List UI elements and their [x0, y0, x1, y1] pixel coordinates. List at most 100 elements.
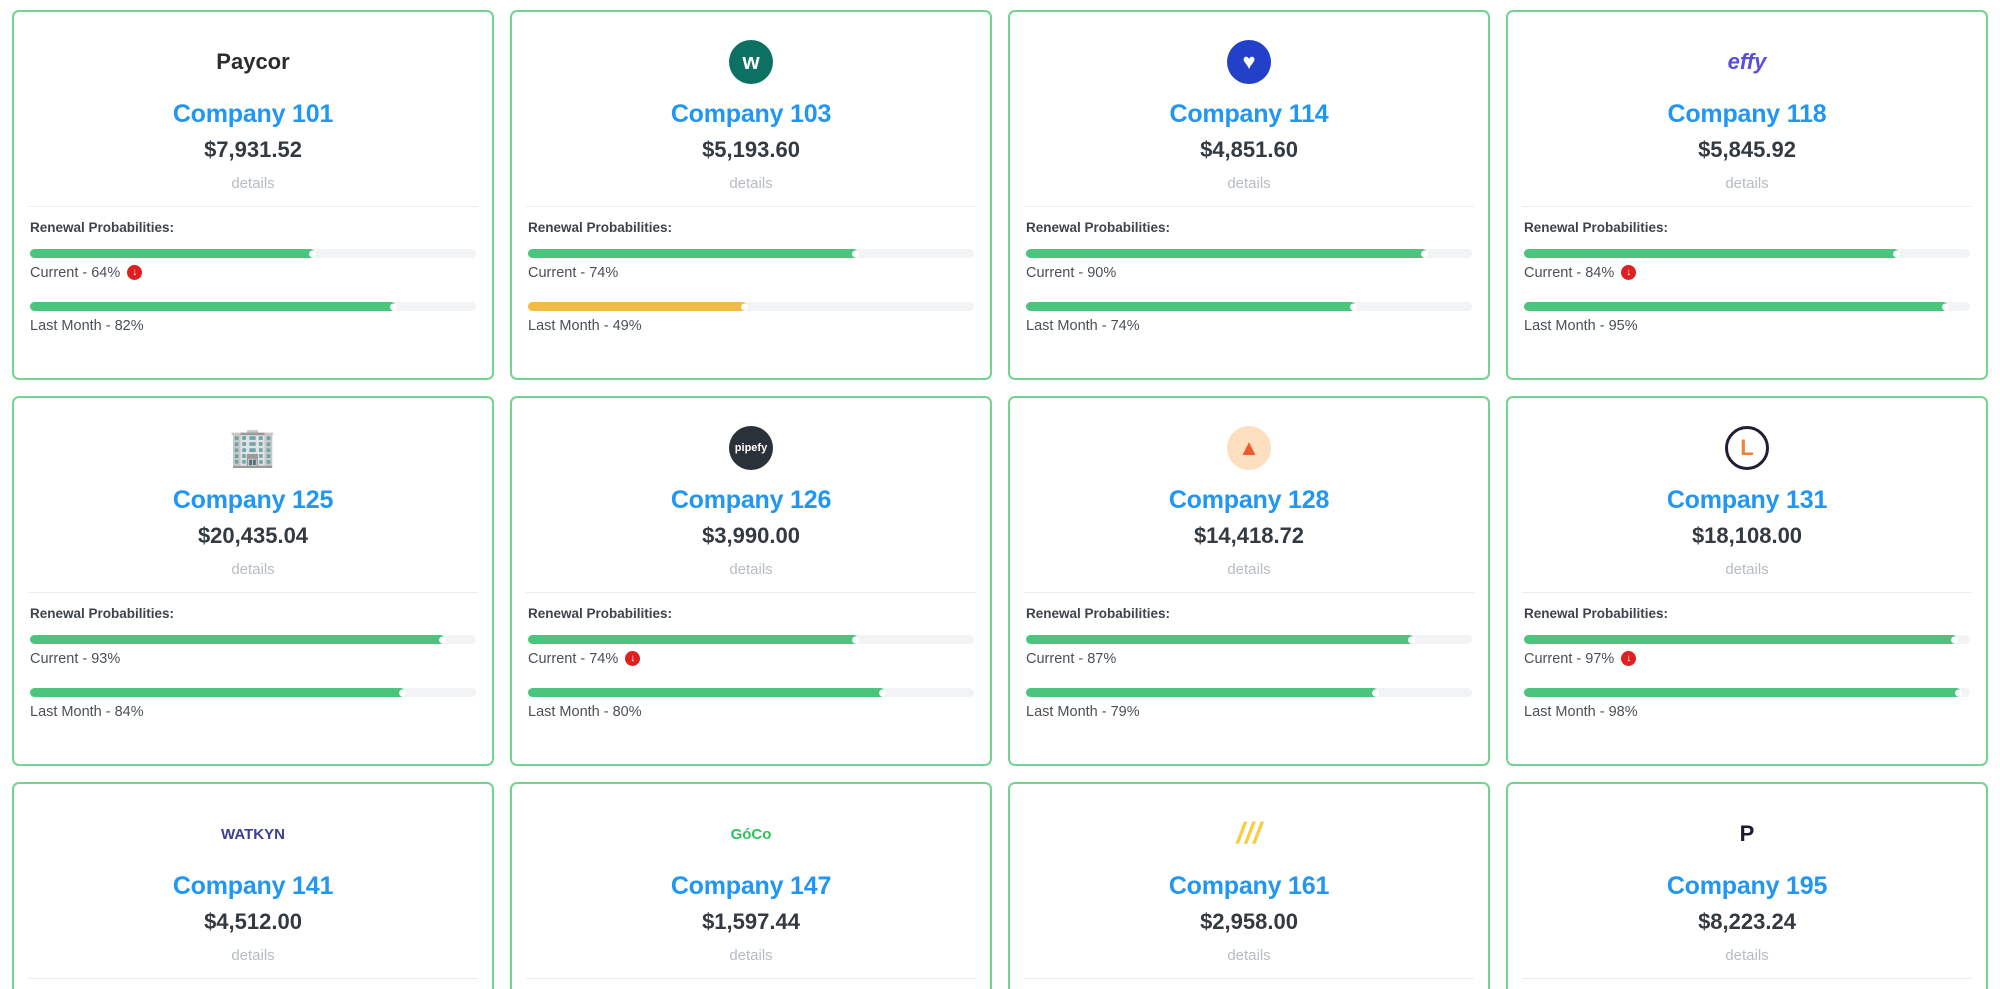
building-icon: 🏢	[229, 427, 277, 469]
last-month-progress-fill	[1524, 302, 1948, 311]
contract-amount: $4,851.60	[1200, 137, 1298, 162]
company-card[interactable]: Paycor Company 101 $7,931.52 details Renewal…	[12, 10, 494, 380]
company-card[interactable]: w Company 103 $5,193.60 details Renewal Prob…	[510, 10, 992, 380]
current-probability-label: Current - 74% ↓	[528, 650, 974, 667]
last-month-progress-knob	[1941, 303, 1949, 310]
details-link[interactable]: details	[1725, 175, 1768, 192]
current-probability-label: Current - 64% ↓	[30, 264, 476, 281]
card-header: pipefy Company 126 $3,990.00 details	[512, 398, 990, 592]
current-probability-label: Current - 84% ↓	[1524, 264, 1970, 281]
last-month-progress-knob	[389, 303, 397, 310]
last-month-progress-fill	[1026, 302, 1357, 311]
logo-mark-icon: w	[729, 40, 773, 84]
current-probability-text: Current - 93%	[30, 650, 121, 667]
card-header: /// Company 161 $2,958.00 details	[1010, 784, 1488, 978]
contract-amount: $18,108.00	[1691, 523, 1803, 548]
renewal-probabilities-title: Renewal Probabilities:	[528, 606, 673, 621]
company-name-link[interactable]: Company 161	[1169, 872, 1330, 901]
company-logo: ///	[1236, 806, 1261, 862]
last-month-progress-bar	[1524, 688, 1970, 697]
details-link[interactable]: details	[1227, 947, 1270, 964]
details-link[interactable]: details	[1725, 561, 1768, 578]
probability-decline-icon: ↓	[127, 265, 143, 280]
company-name-link[interactable]: Company 128	[1169, 486, 1330, 515]
current-progress-bar	[30, 249, 476, 258]
company-name-link[interactable]: Company 101	[173, 100, 334, 129]
contract-amount: $3,990.00	[702, 523, 800, 548]
renewal-probabilities-section: Renewal Probabilities: Current - 74% ↓ Last…	[512, 593, 990, 764]
logo-wordmark: Paycor	[216, 49, 290, 74]
company-name-link[interactable]: Company 114	[1170, 100, 1329, 129]
details-link[interactable]: details	[729, 561, 772, 578]
renewal-probabilities-section: Renewal Probabilities: Current - 64% ↓ Last…	[14, 207, 492, 378]
last-month-probability-text: Last Month - 74%	[1026, 317, 1140, 334]
current-progress-fill	[528, 635, 859, 644]
company-card[interactable]: ▲ Company 128 $14,418.72 details Renewal Pro…	[1008, 396, 1490, 766]
last-month-progress-bar	[528, 302, 974, 311]
company-name-link[interactable]: Company 103	[671, 100, 832, 129]
current-probability-text: Current - 84%	[1524, 264, 1615, 281]
details-link[interactable]: details	[231, 561, 274, 578]
company-card[interactable]: pipefy Company 126 $3,990.00 details Renewal…	[510, 396, 992, 766]
company-name-link[interactable]: Company 141	[173, 872, 334, 901]
company-name-link[interactable]: Company 126	[671, 486, 832, 515]
company-card[interactable]: L Company 131 $18,108.00 details Renewal Pro…	[1506, 396, 1988, 766]
company-card[interactable]: /// Company 161 $2,958.00 details Renewal Pr…	[1008, 782, 1490, 989]
last-month-probability-label: Last Month - 79%	[1026, 703, 1472, 720]
current-probability-label: Current - 90%	[1026, 264, 1472, 281]
last-month-progress-fill	[1026, 688, 1379, 697]
details-link[interactable]: details	[231, 175, 274, 192]
last-month-progress-knob	[1372, 689, 1380, 696]
logo-mark-icon: pipefy	[729, 426, 773, 470]
company-card[interactable]: P Company 195 $8,223.24 details Renewal Prob…	[1506, 782, 1988, 989]
company-name-link[interactable]: Company 195	[1667, 872, 1828, 901]
company-card[interactable]: effy Company 118 $5,845.92 details Renewal P…	[1506, 10, 1988, 380]
contract-amount: $2,958.00	[1200, 909, 1298, 934]
company-card[interactable]: GóCo Company 147 $1,597.44 details Renewal P…	[510, 782, 992, 989]
logo-wordmark: P	[1739, 821, 1755, 846]
current-progress-knob	[1950, 636, 1958, 643]
card-header: P Company 195 $8,223.24 details	[1508, 784, 1986, 978]
card-header: 🏢 Company 125 $20,435.04 details	[14, 398, 492, 592]
current-probability-label: Current - 87%	[1026, 650, 1472, 667]
card-header: Paycor Company 101 $7,931.52 details	[14, 12, 492, 206]
current-progress-knob	[1892, 250, 1900, 257]
last-month-probability-text: Last Month - 49%	[528, 317, 642, 334]
renewal-probabilities-title: Renewal Probabilities:	[30, 220, 175, 235]
card-header: L Company 131 $18,108.00 details	[1508, 398, 1986, 592]
last-month-probability-text: Last Month - 95%	[1524, 317, 1638, 334]
details-link[interactable]: details	[1227, 561, 1270, 578]
logo-wordmark: GóCo	[730, 825, 772, 843]
renewal-probabilities-title: Renewal Probabilities:	[528, 220, 673, 235]
company-name-link[interactable]: Company 131	[1667, 486, 1828, 515]
details-link[interactable]: details	[231, 947, 274, 964]
details-link[interactable]: details	[1725, 947, 1768, 964]
renewal-probabilities-title: Renewal Probabilities:	[1026, 220, 1171, 235]
current-progress-bar	[528, 249, 974, 258]
renewal-probabilities-section: Renewal Probabilities: Current - 93% Last …	[14, 593, 492, 764]
last-month-probability-text: Last Month - 98%	[1524, 703, 1638, 720]
company-name-link[interactable]: Company 118	[1668, 100, 1827, 129]
company-logo: 🏢	[229, 420, 276, 476]
contract-amount: $5,193.60	[702, 137, 800, 162]
details-link[interactable]: details	[729, 175, 772, 192]
company-card[interactable]: WATKYN Company 141 $4,512.00 details Renewal…	[12, 782, 494, 989]
last-month-progress-knob	[1350, 303, 1358, 310]
last-month-probability-text: Last Month - 80%	[528, 703, 642, 720]
card-header: WATKYN Company 141 $4,512.00 details	[14, 784, 492, 978]
last-month-progress-knob	[878, 689, 886, 696]
renewal-probabilities-section: Renewal Probabilities: Current - 74% Last …	[512, 207, 990, 378]
company-name-link[interactable]: Company 125	[173, 486, 334, 515]
renewal-probabilities-section: Renewal Probabilities: Current - 90% Last …	[1010, 207, 1488, 378]
logo-mark-icon: ▲	[1227, 426, 1271, 470]
company-card[interactable]: ♥ Company 114 $4,851.60 details Renewal Prob…	[1008, 10, 1490, 380]
details-link[interactable]: details	[729, 947, 772, 964]
probability-decline-icon: ↓	[625, 651, 641, 666]
company-name-link[interactable]: Company 147	[671, 872, 832, 901]
company-card[interactable]: 🏢 Company 125 $20,435.04 details Renewal Pro…	[12, 396, 494, 766]
last-month-probability-label: Last Month - 82%	[30, 317, 476, 334]
details-link[interactable]: details	[1227, 175, 1270, 192]
current-progress-fill	[1524, 635, 1957, 644]
last-month-progress-fill	[30, 302, 396, 311]
current-progress-knob	[309, 250, 317, 257]
